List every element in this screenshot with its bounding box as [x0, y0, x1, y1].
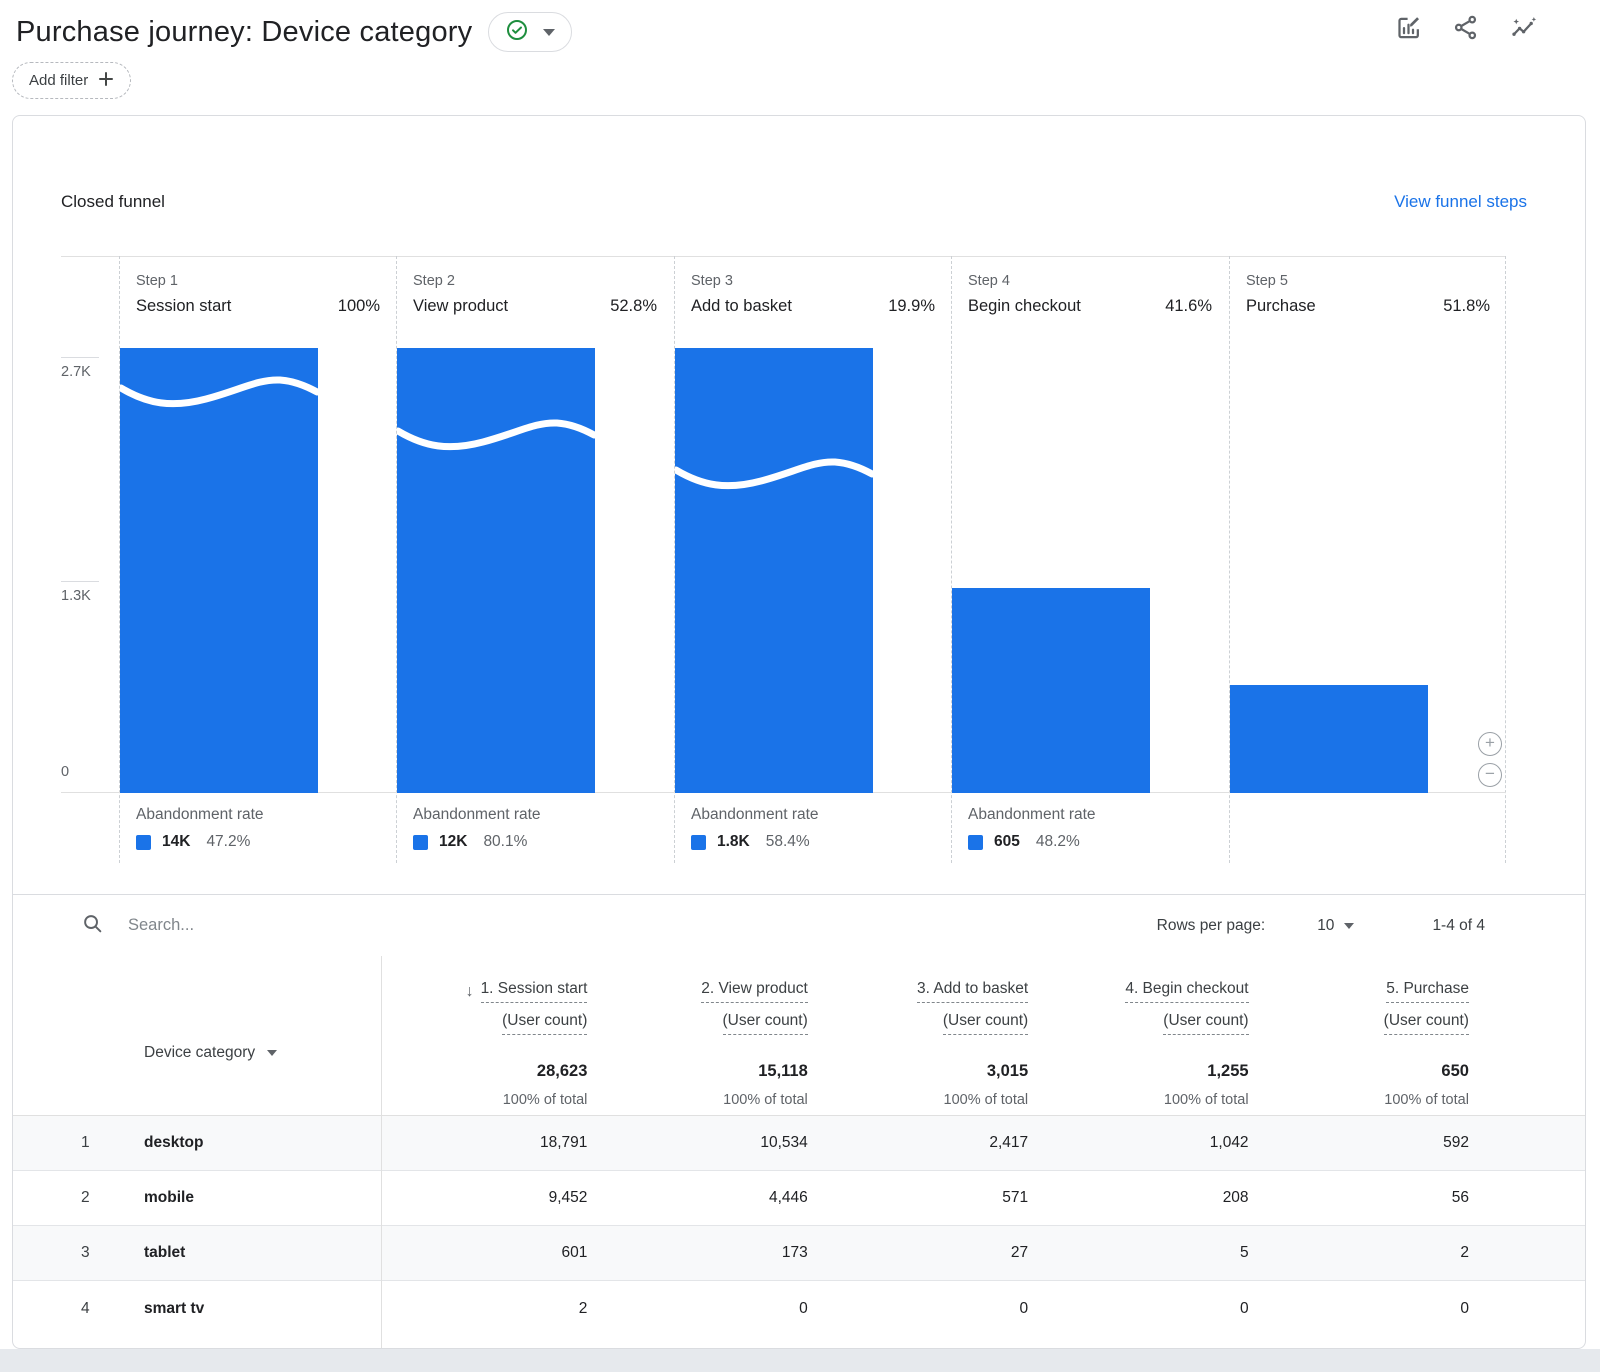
truncation-wave — [397, 414, 595, 458]
cell-value: 601 — [381, 1244, 601, 1262]
funnel-step-header-1: Step 1 Session start100% — [119, 256, 396, 316]
y-axis-label: 0 — [61, 764, 69, 780]
cell-value: 2 — [1263, 1244, 1483, 1262]
cell-value: 173 — [601, 1244, 821, 1262]
cell-value: 2,417 — [822, 1134, 1042, 1152]
rows-per-page-label: Rows per page: — [1157, 917, 1266, 935]
check-circle-icon — [505, 18, 529, 47]
validation-status-badge[interactable] — [488, 12, 572, 52]
cell-value: 571 — [822, 1189, 1042, 1207]
column-total: 650 — [1441, 1062, 1469, 1081]
view-funnel-steps-link[interactable]: View funnel steps — [1394, 192, 1527, 212]
abandonment-step-1: Abandonment rate 14K47.2% — [119, 793, 396, 851]
column-total: 1,255 — [1207, 1062, 1248, 1081]
cell-value: 27 — [822, 1244, 1042, 1262]
column-total-share: 100% of total — [944, 1092, 1029, 1108]
funnel-bar-session-start[interactable] — [120, 348, 318, 793]
cell-value: 5 — [1042, 1244, 1262, 1262]
bottom-panel-edge — [0, 1349, 1600, 1372]
toolbar — [1395, 14, 1538, 41]
legend-swatch — [968, 835, 983, 850]
funnel-plot-area: 2.7K 1.3K 0 + − — [61, 348, 1506, 793]
cell-value: 18,791 — [381, 1134, 601, 1152]
cell-value: 0 — [1263, 1300, 1483, 1318]
column-header-add-to-basket[interactable]: 3. Add to basket (User count) 3,015 100%… — [822, 956, 1042, 1115]
legend-swatch — [136, 835, 151, 850]
legend-swatch — [691, 835, 706, 850]
column-total: 28,623 — [537, 1062, 587, 1081]
column-total-share: 100% of total — [723, 1092, 808, 1108]
column-header-session-start[interactable]: ↓1. Session start (User count) 28,623 10… — [381, 956, 601, 1115]
funnel-bar-add-to-basket[interactable] — [675, 348, 873, 793]
cell-value: 9,452 — [381, 1189, 601, 1207]
sort-descending-icon: ↓ — [466, 983, 474, 1001]
cell-value: 592 — [1263, 1134, 1483, 1152]
abandonment-step-2: Abandonment rate 12K80.1% — [396, 793, 673, 851]
cell-value: 0 — [1042, 1300, 1262, 1318]
search-input[interactable] — [128, 916, 548, 935]
add-filter-label: Add filter — [29, 72, 88, 89]
funnel-step-header-3: Step 3 Add to basket19.9% — [674, 256, 951, 316]
funnel-bar-begin-checkout[interactable] — [952, 588, 1150, 793]
cell-value: 0 — [822, 1300, 1042, 1318]
chevron-down-icon — [267, 1050, 277, 1056]
abandonment-step-4: Abandonment rate 60548.2% — [951, 793, 1228, 851]
cell-value: 208 — [1042, 1189, 1262, 1207]
exploration-page: Purchase journey: Device category — [0, 0, 1600, 1372]
column-total: 3,015 — [987, 1062, 1028, 1081]
cell-value: 1,042 — [1042, 1134, 1262, 1152]
column-header-device-category[interactable]: Device category — [144, 956, 381, 1115]
section-title: Closed funnel — [61, 192, 165, 212]
chevron-down-icon — [1344, 923, 1354, 929]
header: Purchase journey: Device category — [16, 12, 572, 52]
page-title: Purchase journey: Device category — [16, 16, 472, 49]
cell-value: 2 — [381, 1300, 601, 1318]
share-icon[interactable] — [1452, 14, 1479, 41]
table-toolbar: Rows per page: 10 1-4 of 4 — [13, 894, 1585, 956]
column-header-view-product[interactable]: 2. View product (User count) 15,118 100%… — [601, 956, 821, 1115]
table-row-mobile[interactable]: 2 mobile 9,452 4,446 571 208 56 — [13, 1171, 1585, 1226]
chevron-down-icon — [543, 29, 555, 36]
column-total: 15,118 — [758, 1062, 808, 1081]
funnel-step-header-2: Step 2 View product52.8% — [396, 256, 673, 316]
y-axis-label: 1.3K — [61, 588, 91, 604]
column-header-purchase[interactable]: 5. Purchase (User count) 650 100% of tot… — [1263, 956, 1483, 1115]
add-filter-button[interactable]: Add filter — [12, 62, 131, 99]
chart-zoom-controls: + − — [1478, 732, 1502, 787]
y-axis-label: 2.7K — [61, 364, 91, 380]
cell-value: 0 — [601, 1300, 821, 1318]
abandonment-step-3: Abandonment rate 1.8K58.4% — [674, 793, 951, 851]
column-total-share: 100% of total — [1384, 1092, 1469, 1108]
cell-value: 10,534 — [601, 1134, 821, 1152]
funnel-chart: Step 1 Session start100% Step 2 View pro… — [61, 256, 1506, 863]
plus-icon — [98, 71, 114, 91]
cell-value: 56 — [1263, 1189, 1483, 1207]
rows-per-page-select[interactable]: 10 — [1317, 917, 1354, 935]
card-header: Closed funnel View funnel steps — [61, 192, 1527, 212]
pagination-controls: Rows per page: 10 1-4 of 4 — [1157, 917, 1485, 935]
truncation-wave — [675, 453, 873, 497]
insights-icon[interactable] — [1509, 14, 1538, 41]
funnel-step-header-4: Step 4 Begin checkout41.6% — [951, 256, 1228, 316]
funnel-bar-purchase[interactable] — [1230, 685, 1428, 793]
table-row-desktop[interactable]: 1 desktop 18,791 10,534 2,417 1,042 592 — [13, 1116, 1585, 1171]
table-row-tablet[interactable]: 3 tablet 601 173 27 5 2 — [13, 1226, 1585, 1281]
column-header-begin-checkout[interactable]: 4. Begin checkout (User count) 1,255 100… — [1042, 956, 1262, 1115]
pagination-range: 1-4 of 4 — [1432, 917, 1485, 935]
zoom-out-button[interactable]: − — [1478, 763, 1502, 787]
legend-swatch — [413, 835, 428, 850]
closed-funnel-card: Closed funnel View funnel steps Step 1 S… — [12, 115, 1586, 1349]
truncation-wave — [120, 371, 318, 415]
table-row-smart-tv[interactable]: 4 smart tv 2 0 0 0 0 — [13, 1281, 1585, 1336]
cell-value: 4,446 — [601, 1189, 821, 1207]
funnel-bar-view-product[interactable] — [397, 348, 595, 793]
device-category-table: Device category ↓1. Session start (User … — [13, 956, 1585, 1348]
table-header-row: Device category ↓1. Session start (User … — [13, 956, 1585, 1116]
funnel-step-header-5: Step 5 Purchase51.8% — [1229, 256, 1506, 316]
edit-chart-icon[interactable] — [1395, 14, 1422, 41]
column-total-share: 100% of total — [503, 1092, 588, 1108]
zoom-in-button[interactable]: + — [1478, 732, 1502, 756]
column-total-share: 100% of total — [1164, 1092, 1249, 1108]
search-icon — [81, 912, 104, 940]
